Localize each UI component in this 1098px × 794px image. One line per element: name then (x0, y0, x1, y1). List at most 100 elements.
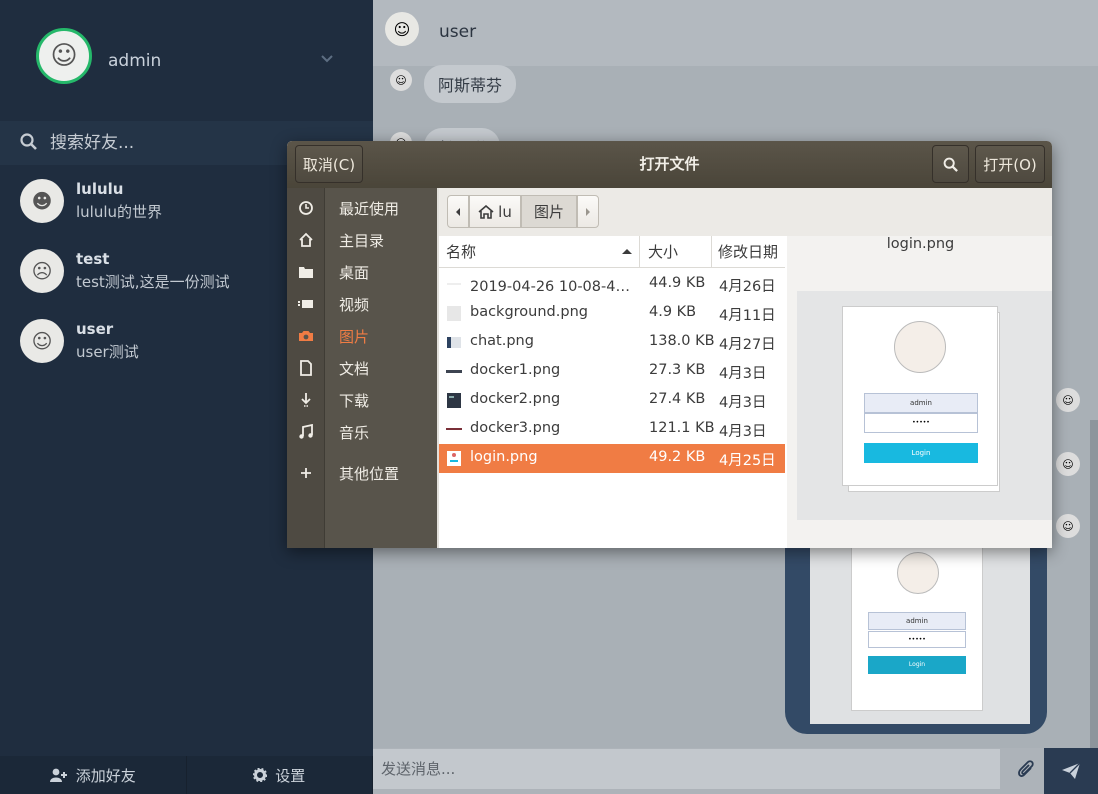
avatar: ☺ (1056, 514, 1080, 538)
preview-file-name: login.png (886, 236, 955, 252)
place-desktop[interactable]: 桌面 (287, 256, 437, 288)
file-row-selected[interactable]: login.png 49.2 KB 4月25日 (439, 444, 785, 473)
image-file-icon (446, 370, 462, 373)
path-current-button[interactable]: 图片 (521, 195, 577, 228)
file-browser: lu 图片 名称 大小 修改日期 2019-04-26 10-08-47屏幕截图… (437, 188, 1052, 548)
search-icon (943, 157, 958, 172)
place-label: 下载 (339, 392, 370, 410)
send-icon (1062, 762, 1081, 779)
preview-image: admin ••••• Login (797, 291, 1052, 520)
place-other-locations[interactable]: 其他位置 (287, 457, 437, 489)
message-input[interactable] (373, 749, 1000, 789)
place-label: 桌面 (339, 264, 370, 282)
file-name: background.png (470, 304, 588, 320)
avatar: ☻ (20, 179, 64, 223)
add-friend-label: 添加好友 (75, 766, 136, 785)
place-music[interactable]: 音乐 (287, 416, 437, 448)
friend-name: user (76, 320, 114, 338)
paperclip-icon (1018, 760, 1034, 777)
settings-button[interactable]: 设置 (187, 756, 373, 794)
file-preview: login.png admin ••••• Login (787, 236, 1052, 548)
avatar (894, 321, 946, 373)
path-back-button[interactable] (447, 195, 469, 228)
plus-icon (298, 465, 314, 481)
file-size: 4.9 KB (649, 304, 697, 320)
open-button[interactable]: 打开(O) (975, 145, 1045, 183)
place-videos[interactable]: 视频 (287, 288, 437, 320)
settings-label: 设置 (275, 766, 306, 785)
friend-name: test (76, 250, 110, 268)
avatar: ☺ (1056, 452, 1080, 476)
file-name: docker3.png (470, 420, 561, 436)
column-name-label: 名称 (446, 243, 477, 261)
file-name: docker2.png (470, 391, 561, 407)
current-user-name: admin (108, 51, 162, 71)
login-card-mock: admin ••••• Login (843, 307, 997, 485)
place-label: 文档 (339, 360, 370, 378)
home-icon (478, 204, 494, 219)
place-pictures[interactable]: 图片 (287, 320, 437, 352)
chevron-down-icon[interactable] (320, 52, 334, 68)
image-file-icon (447, 283, 461, 285)
path-bar: lu 图片 (439, 188, 1052, 236)
friend-description: user测试 (76, 343, 139, 361)
file-date: 4月25日 (719, 453, 776, 469)
current-user-panel[interactable]: ☺ admin (0, 0, 373, 120)
avatar: ☺ (385, 12, 419, 46)
image-file-icon (447, 393, 461, 408)
avatar: ☺ (1056, 388, 1080, 412)
friend-description: test测试,这是一份测试 (76, 273, 230, 291)
file-size: 44.9 KB (649, 275, 706, 291)
document-icon (298, 360, 314, 376)
avatar: ☺ (390, 69, 412, 91)
file-row[interactable]: 2019-04-26 10-08-47屏幕截图.png 44.9 KB 4月26… (439, 270, 785, 299)
sidebar-footer: 添加好友 设置 (0, 756, 373, 794)
file-date: 4月26日 (719, 279, 776, 295)
column-size[interactable]: 大小 (640, 236, 712, 268)
file-date: 4月3日 (719, 395, 767, 411)
place-label: 最近使用 (339, 200, 400, 218)
home-icon (298, 232, 314, 248)
file-size: 27.4 KB (649, 391, 706, 407)
chevron-right-icon (586, 207, 590, 216)
search-button[interactable] (932, 145, 969, 183)
column-name[interactable]: 名称 (439, 236, 640, 268)
login-username-field: admin (864, 393, 978, 413)
avatar: ☹ (20, 249, 64, 293)
chat-title: user (439, 22, 477, 42)
column-date[interactable]: 修改日期 (712, 236, 785, 268)
place-label: 音乐 (339, 424, 370, 442)
login-password-field: ••••• (864, 413, 978, 433)
places-sidebar: 最近使用 主目录 桌面 视频 图片 文档 下载 音乐 其他位置 (287, 188, 437, 548)
image-file-icon (446, 428, 462, 430)
attach-file-button[interactable] (1013, 756, 1039, 782)
sort-ascending-icon (622, 249, 632, 254)
file-row[interactable]: chat.png 138.0 KB 4月27日 (439, 328, 785, 357)
place-documents[interactable]: 文档 (287, 352, 437, 384)
place-recent[interactable]: 最近使用 (287, 192, 437, 224)
avatar[interactable]: ☺ (36, 28, 92, 84)
file-list-header: 名称 大小 修改日期 (439, 236, 785, 268)
cancel-button[interactable]: 取消(C) (295, 145, 363, 183)
place-label: 视频 (339, 296, 370, 314)
place-home[interactable]: 主目录 (287, 224, 437, 256)
file-row[interactable]: background.png 4.9 KB 4月11日 (439, 299, 785, 328)
file-date: 4月11日 (719, 308, 776, 324)
file-row[interactable]: docker2.png 27.4 KB 4月3日 (439, 386, 785, 415)
file-date: 4月3日 (719, 366, 767, 382)
chat-scrollbar[interactable] (1090, 420, 1098, 750)
file-row[interactable]: docker3.png 121.1 KB 4月3日 (439, 415, 785, 444)
file-row[interactable]: docker1.png 27.3 KB 4月3日 (439, 357, 785, 386)
send-button[interactable] (1044, 748, 1098, 794)
login-username-field: admin (868, 612, 966, 630)
download-icon (298, 392, 314, 408)
message-bubble: 阿斯蒂芬 (424, 65, 517, 103)
image-file-icon (447, 451, 461, 466)
path-forward-button[interactable] (577, 195, 599, 228)
path-home-button[interactable]: lu (469, 195, 521, 228)
file-size: 49.2 KB (649, 449, 706, 465)
login-button: Login (868, 656, 966, 674)
place-downloads[interactable]: 下载 (287, 384, 437, 416)
add-friend-button[interactable]: 添加好友 (0, 756, 187, 794)
image-message[interactable]: admin ••••• Login (785, 540, 1047, 734)
